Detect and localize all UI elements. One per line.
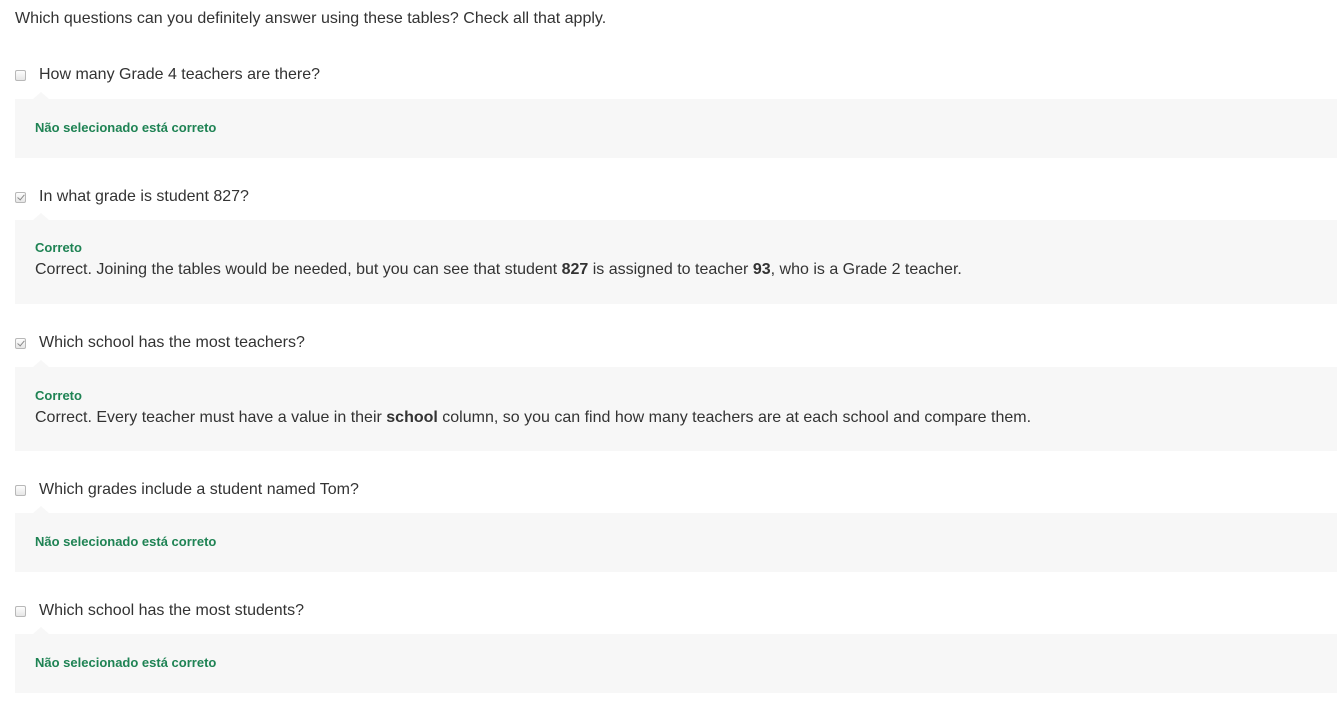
option-1-label: How many Grade 4 teachers are there?	[39, 66, 321, 83]
option-3: Which school has the most teachers? Corr…	[15, 331, 1337, 451]
option-2-feedback: Correto Correct. Joining the tables woul…	[15, 213, 1337, 304]
option-3-feedback-text: Correct. Every teacher must have a value…	[35, 409, 1032, 426]
option-3-label: Which school has the most teachers?	[39, 334, 305, 351]
option-2-feedback-text: Correct. Joining the tables would be nee…	[35, 261, 962, 278]
option-5-checkbox[interactable]	[15, 605, 26, 617]
option-3-checkbox[interactable]	[15, 337, 26, 349]
option-5-row[interactable]: Which school has the most students?	[15, 599, 1337, 623]
option-4-checkbox[interactable]	[15, 484, 26, 496]
option-4-feedback-status: Não selecionado está correto	[35, 534, 217, 549]
option-5-feedback: Não selecionado está correto	[15, 627, 1337, 693]
option-1-checkbox[interactable]	[15, 69, 26, 81]
option-1: How many Grade 4 teachers are there? Não…	[15, 63, 1337, 158]
option-3-feedback-status: Correto	[35, 388, 82, 403]
option-2-label: In what grade is student 827?	[39, 188, 249, 205]
option-4: Which grades include a student named Tom…	[15, 478, 1337, 572]
option-1-row[interactable]: How many Grade 4 teachers are there?	[15, 63, 1337, 87]
question-prompt: Which questions can you definitely answe…	[15, 10, 607, 27]
option-4-label: Which grades include a student named Tom…	[39, 481, 359, 498]
option-1-feedback: Não selecionado está correto	[15, 92, 1337, 158]
option-5: Which school has the most students? Não …	[15, 599, 1337, 693]
option-5-label: Which school has the most students?	[39, 602, 305, 619]
option-3-feedback: Correto Correct. Every teacher must have…	[15, 360, 1337, 451]
option-2: In what grade is student 827? Correto Co…	[15, 185, 1337, 304]
option-3-row[interactable]: Which school has the most teachers?	[15, 331, 1337, 355]
option-1-feedback-status: Não selecionado está correto	[35, 120, 217, 135]
option-2-checkbox[interactable]	[15, 191, 26, 203]
option-2-feedback-status: Correto	[35, 240, 82, 255]
option-5-feedback-status: Não selecionado está correto	[35, 655, 217, 670]
option-4-row[interactable]: Which grades include a student named Tom…	[15, 478, 1337, 502]
option-4-feedback: Não selecionado está correto	[15, 506, 1337, 572]
option-2-row[interactable]: In what grade is student 827?	[15, 185, 1337, 209]
